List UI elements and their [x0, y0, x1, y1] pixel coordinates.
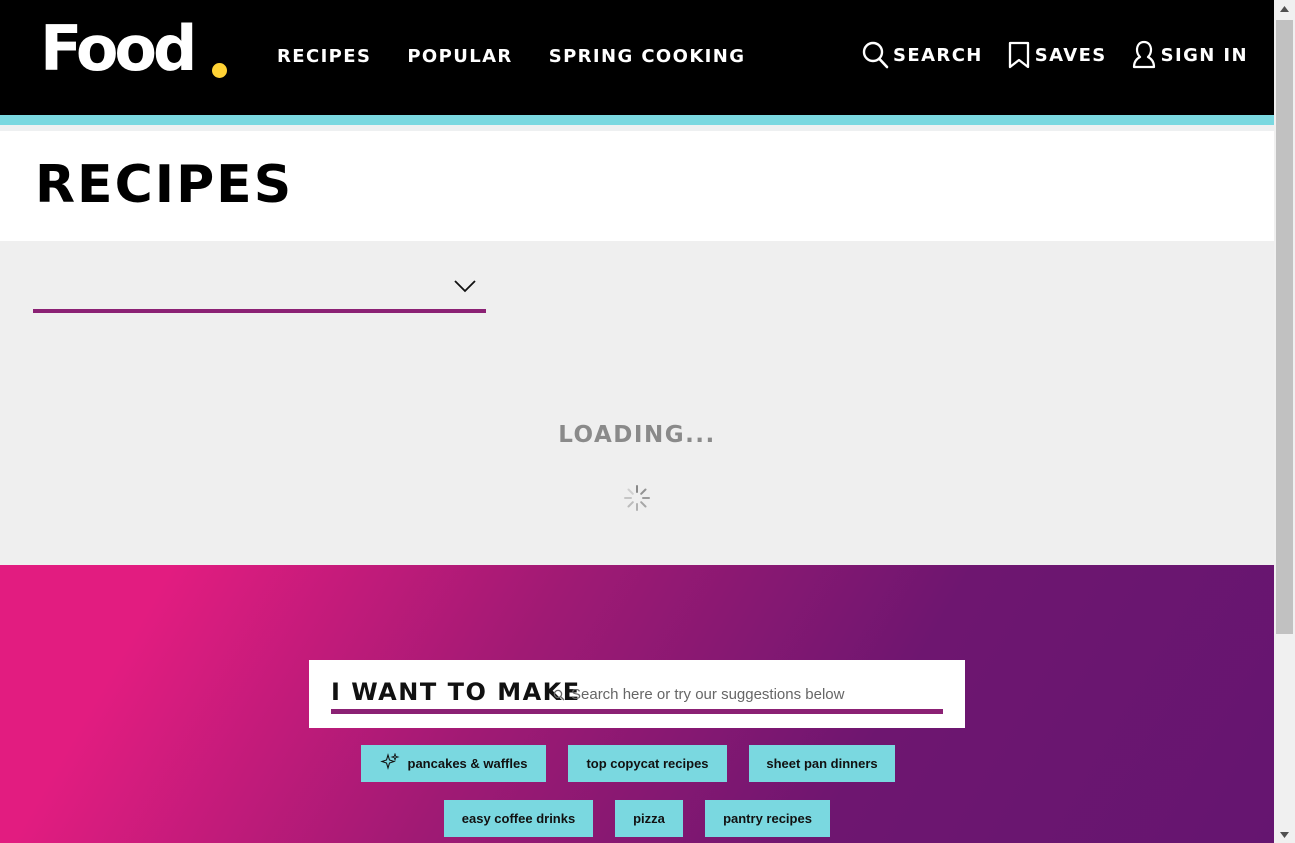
loading-spinner-icon — [622, 483, 652, 518]
site-header: Food RECIPES POPULAR SPRING COOKING SEAR… — [0, 0, 1274, 115]
scroll-up-arrow-icon[interactable] — [1274, 0, 1295, 17]
search-icon — [862, 40, 889, 70]
suggestion-chip-pantry-recipes[interactable]: pantry recipes — [705, 800, 830, 837]
recipes-content-area: LOADING... — [0, 241, 1274, 565]
vertical-scrollbar[interactable] — [1274, 0, 1295, 843]
nav-item-recipes[interactable]: RECIPES — [277, 46, 371, 67]
user-icon — [1131, 40, 1157, 70]
search-label: SEARCH — [893, 44, 983, 66]
header-accent-strip — [0, 115, 1274, 125]
filter-dropdown[interactable] — [33, 271, 486, 313]
scroll-down-arrow-icon[interactable] — [1274, 826, 1295, 843]
logo-dot — [212, 63, 227, 78]
i-want-to-make-input[interactable] — [571, 682, 941, 706]
suggestion-chip-easy-coffee-drinks[interactable]: easy coffee drinks — [444, 800, 593, 837]
suggestion-chip-sheet-pan-dinners[interactable]: sheet pan dinners — [749, 745, 895, 782]
sparkle-icon — [379, 752, 400, 774]
scrollbar-thumb[interactable] — [1276, 20, 1293, 634]
suggestion-chip-top-copycat-recipes[interactable]: top copycat recipes — [568, 745, 727, 782]
chevron-down-icon — [454, 279, 476, 298]
saves-button[interactable]: SAVES — [1007, 40, 1107, 70]
i-want-to-make-search-box: I WANT TO MAKE — [309, 660, 965, 728]
search-icon — [553, 688, 565, 706]
chip-label: sheet pan dinners — [766, 756, 878, 771]
nav-item-spring-cooking[interactable]: SPRING COOKING — [549, 46, 746, 67]
search-underline — [331, 709, 943, 714]
i-want-to-make-heading: I WANT TO MAKE — [331, 678, 581, 706]
utility-nav: SEARCH SAVES SIGN IN — [862, 40, 1248, 70]
search-button[interactable]: SEARCH — [862, 40, 983, 70]
sign-in-button[interactable]: SIGN IN — [1131, 40, 1248, 70]
saves-label: SAVES — [1034, 44, 1107, 66]
chip-label: pizza — [633, 811, 665, 826]
sign-in-label: SIGN IN — [1160, 44, 1248, 66]
chip-label: easy coffee drinks — [461, 811, 576, 826]
chip-label: pantry recipes — [723, 811, 812, 826]
nav-item-popular[interactable]: POPULAR — [407, 46, 512, 67]
chip-label: top copycat recipes — [586, 756, 709, 771]
food-logo[interactable]: Food — [40, 18, 197, 80]
main-nav: RECIPES POPULAR SPRING COOKING — [277, 46, 745, 67]
bookmark-icon — [1007, 40, 1031, 70]
i-want-to-make-section: I WANT TO MAKE pancakes & waffles top co… — [0, 565, 1274, 843]
page-title: RECIPES — [35, 155, 294, 215]
page-title-area: RECIPES — [0, 131, 1274, 241]
suggestion-chip-pancakes-waffles[interactable]: pancakes & waffles — [361, 745, 546, 782]
chip-label: pancakes & waffles — [407, 756, 528, 771]
suggestion-chip-pizza[interactable]: pizza — [615, 800, 683, 837]
loading-text: LOADING... — [558, 422, 716, 448]
